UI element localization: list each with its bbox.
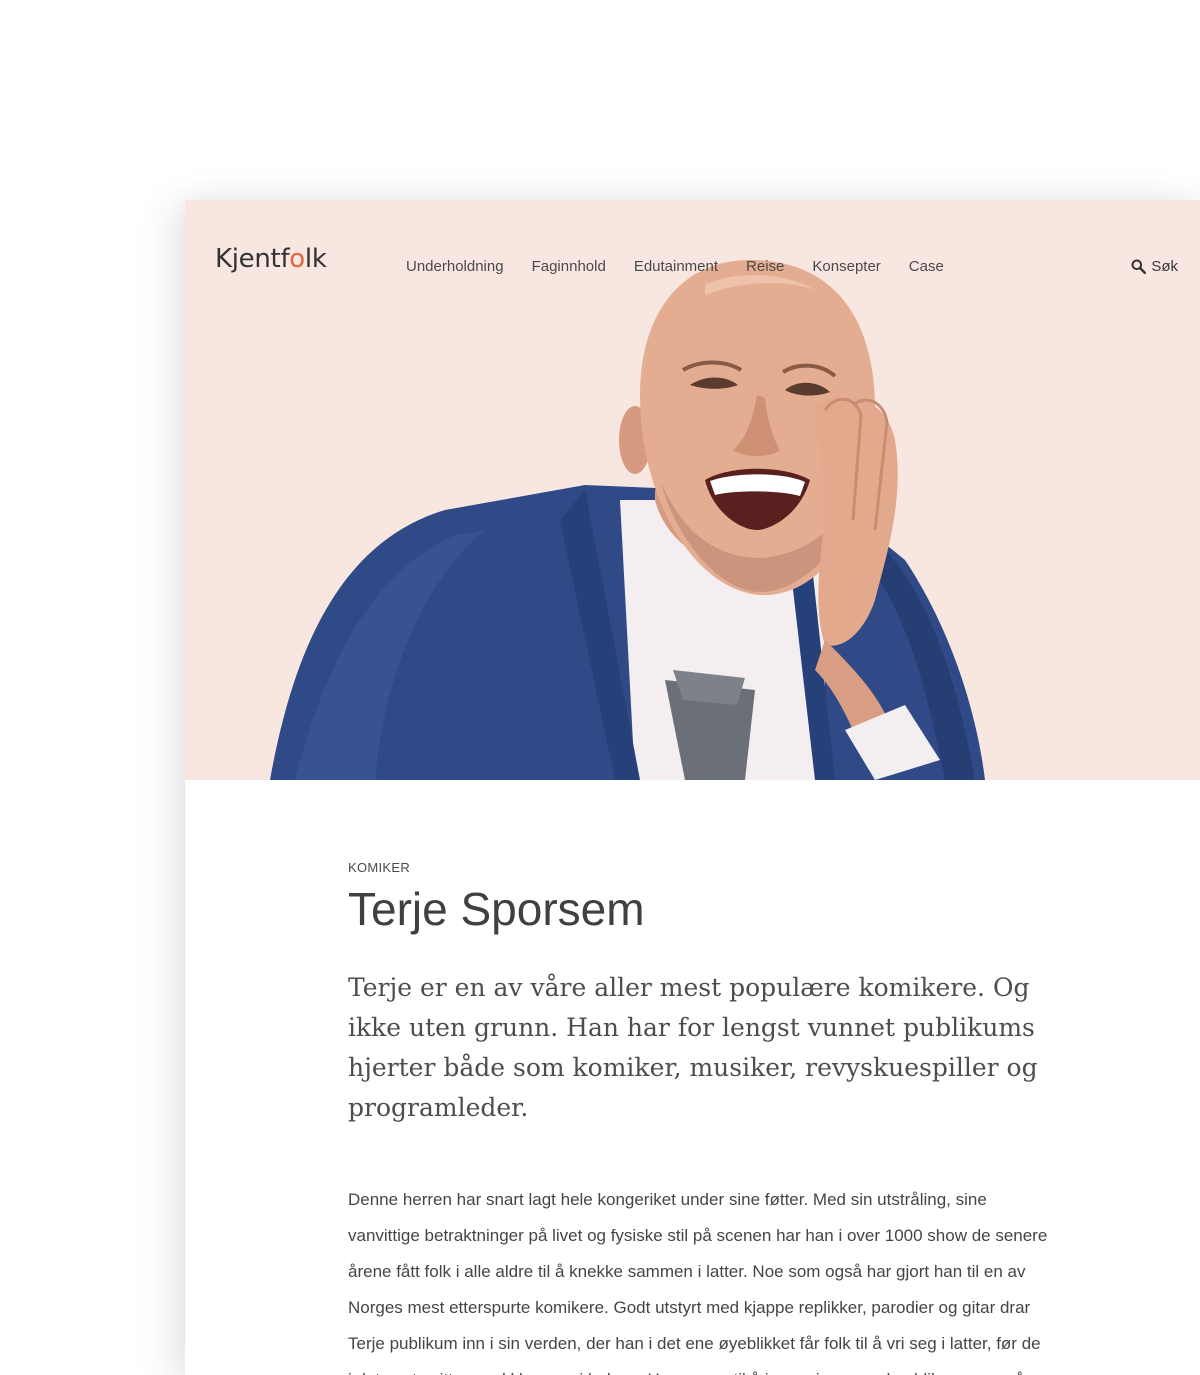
profile-category: KOMIKER — [348, 860, 411, 875]
browser-frame: Kjentfolk Underholdning Faginnhold Eduta… — [185, 200, 1200, 1375]
page-title: Terje Sporsem — [348, 883, 645, 935]
logo-suffix: lk — [304, 244, 327, 274]
profile-article: KOMIKER Terje Sporsem Terje er en av vår… — [348, 860, 1048, 1375]
main-nav: Underholdning Faginnhold Edutainment Rei… — [406, 258, 972, 275]
portrait-image — [270, 260, 985, 780]
nav-item-faginnhold[interactable]: Faginnhold — [532, 258, 606, 275]
search-icon — [1131, 259, 1147, 274]
nav-item-underholdning[interactable]: Underholdning — [406, 258, 504, 275]
site-logo[interactable]: Kjentfolk — [215, 244, 327, 274]
search-label: Søk — [1151, 258, 1178, 275]
hero-section: Kjentfolk Underholdning Faginnhold Eduta… — [185, 200, 1200, 780]
search-button[interactable]: Søk — [1131, 258, 1178, 275]
nav-item-case[interactable]: Case — [909, 258, 944, 275]
logo-prefix: Kjentf — [215, 244, 290, 274]
nav-item-edutainment[interactable]: Edutainment — [634, 258, 718, 275]
nav-item-reise[interactable]: Reise — [746, 258, 784, 275]
logo-accent: o — [289, 244, 305, 274]
profile-body: Denne herren har snart lagt hele kongeri… — [348, 1189, 1048, 1375]
nav-item-konsepter[interactable]: Konsepter — [812, 258, 880, 275]
profile-lead: Terje er en av våre aller mest populære … — [348, 972, 1038, 1122]
